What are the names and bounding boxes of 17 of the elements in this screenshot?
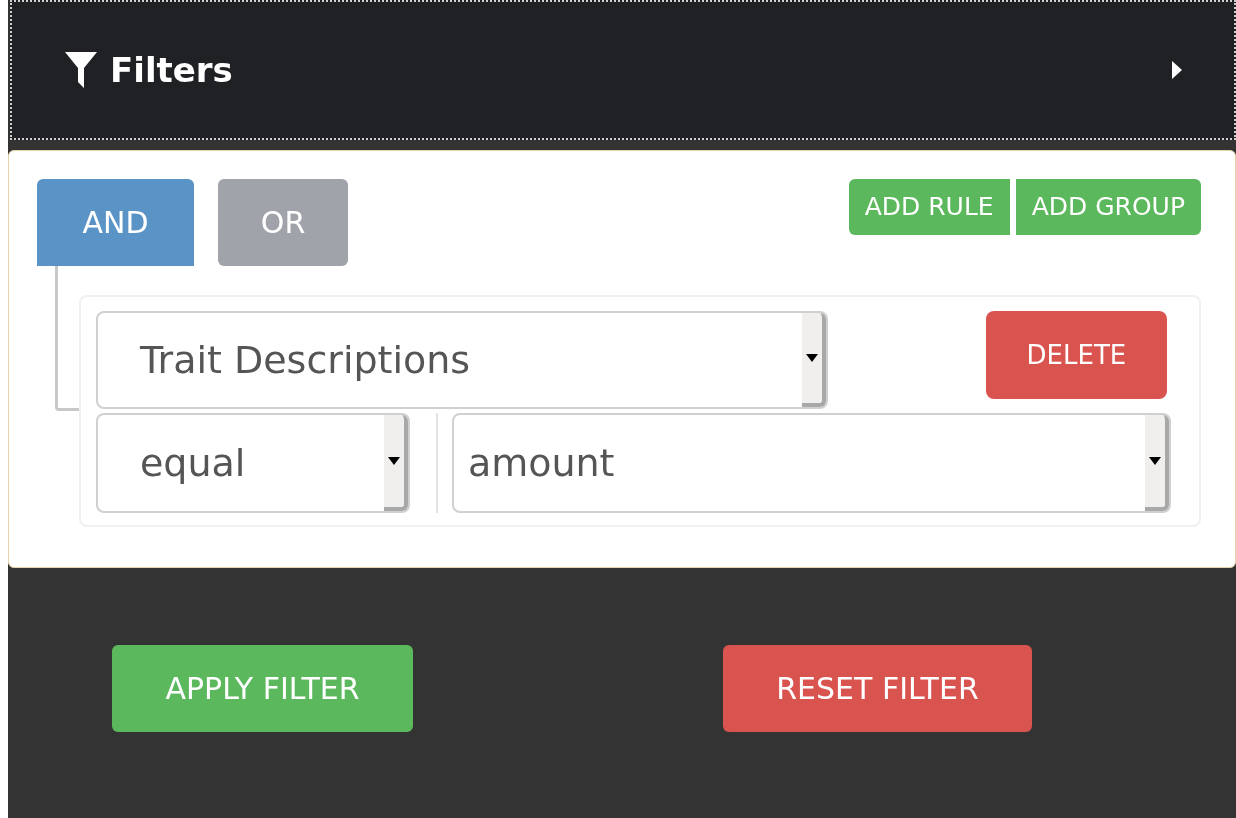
caret-right-icon[interactable]	[1172, 61, 1182, 79]
apply-filter-button[interactable]: APPLY FILTER	[112, 645, 413, 732]
delete-button[interactable]: DELETE	[985, 311, 1167, 399]
dropdown-arrow-icon	[1148, 457, 1161, 465]
reset-filter-button[interactable]: RESET FILTER	[723, 645, 1032, 732]
condition-tab[interactable]: AND	[37, 179, 194, 266]
header-bar[interactable]: Filters	[10, 0, 1236, 140]
filter-icon	[64, 51, 98, 89]
add-group-button[interactable]: ADD GROUP	[1015, 179, 1201, 235]
value-select[interactable]: amount	[451, 413, 1171, 513]
dropdown-arrow-icon	[387, 457, 400, 465]
field-select[interactable]: Trait Descriptions	[95, 311, 828, 409]
condition-tab[interactable]: OR	[218, 179, 348, 266]
dropdown-arrow-icon	[805, 354, 818, 362]
header-title: Filters	[110, 48, 233, 92]
operator-select[interactable]: equal	[95, 413, 410, 513]
add-rule-button[interactable]: ADD RULE	[848, 179, 1010, 235]
